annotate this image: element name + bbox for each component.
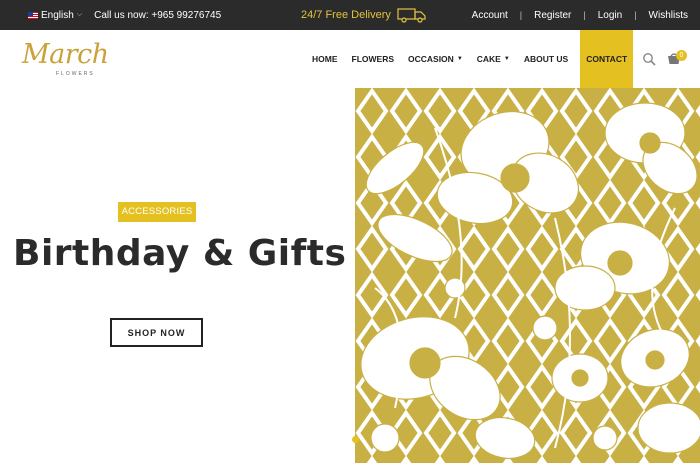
top-bar: English ⌵ Call us now: +965 99276745 24/… xyxy=(0,0,700,30)
nav-label: ABOUT US xyxy=(523,54,569,64)
nav-cake[interactable]: CAKE ▼ xyxy=(477,54,510,64)
language-selector[interactable]: English ⌵ xyxy=(28,10,82,21)
nav-label: OCCASION xyxy=(408,54,454,64)
delivery-banner: 24/7 Free Delivery xyxy=(301,0,427,30)
nav-label: CONTACT xyxy=(586,54,628,64)
hero-floral-image xyxy=(355,88,700,463)
shop-now-button[interactable]: SHOP NOW xyxy=(110,318,203,347)
nav-flowers[interactable]: FLOWERS xyxy=(352,54,395,64)
delivery-truck-icon xyxy=(397,8,426,23)
main-nav: HOME FLOWERS OCCASION ▼ CAKE ▼ ABOUT US CO… xyxy=(305,30,640,88)
cart-count-badge: 0 xyxy=(676,50,687,61)
nav-label: HOME xyxy=(312,54,338,64)
caret-down-icon: ▼ xyxy=(456,56,463,62)
nav-occasion[interactable]: OCCASION ▼ xyxy=(408,54,463,64)
nav-contact[interactable]: CONTACT xyxy=(580,30,634,88)
register-link[interactable]: Register xyxy=(534,10,571,21)
wishlists-link[interactable]: Wishlists xyxy=(649,10,688,21)
login-link[interactable]: Login xyxy=(598,10,622,21)
flag-us-icon xyxy=(28,11,38,19)
delivery-text: 24/7 Free Delivery xyxy=(301,9,391,21)
nav-about-us[interactable]: ABOUT US xyxy=(524,54,568,64)
language-label: English xyxy=(41,9,74,21)
divider: | xyxy=(634,10,637,20)
nav-label: CAKE xyxy=(476,54,501,64)
logo-script: March xyxy=(22,39,109,70)
site-logo[interactable]: March FLOWERS xyxy=(22,40,122,80)
hero-title: Birthday & Gifts xyxy=(13,233,347,274)
account-links: Account | Register | Login | Wishlists xyxy=(472,0,688,30)
search-icon[interactable] xyxy=(642,52,656,66)
top-bar-left: English ⌵ Call us now: +965 99276745 xyxy=(28,0,221,30)
nav-home[interactable]: HOME xyxy=(312,54,338,64)
nav-label: FLOWERS xyxy=(351,54,395,64)
phone-text: Call us now: +965 99276745 xyxy=(94,9,222,21)
caret-down-icon: ▼ xyxy=(503,56,510,62)
category-badge: ACCESSORIES xyxy=(118,202,196,222)
account-link[interactable]: Account xyxy=(472,10,508,21)
logo-subtitle: FLOWERS xyxy=(56,71,95,77)
floral-pattern-graphic xyxy=(355,88,700,463)
divider: | xyxy=(519,10,523,20)
chevron-down-icon: ⌵ xyxy=(76,11,83,18)
main-header: March FLOWERS HOME FLOWERS OCCASION ▼ CAK… xyxy=(0,30,700,88)
slider-indicator-dot[interactable] xyxy=(352,436,359,443)
divider: | xyxy=(583,10,586,20)
